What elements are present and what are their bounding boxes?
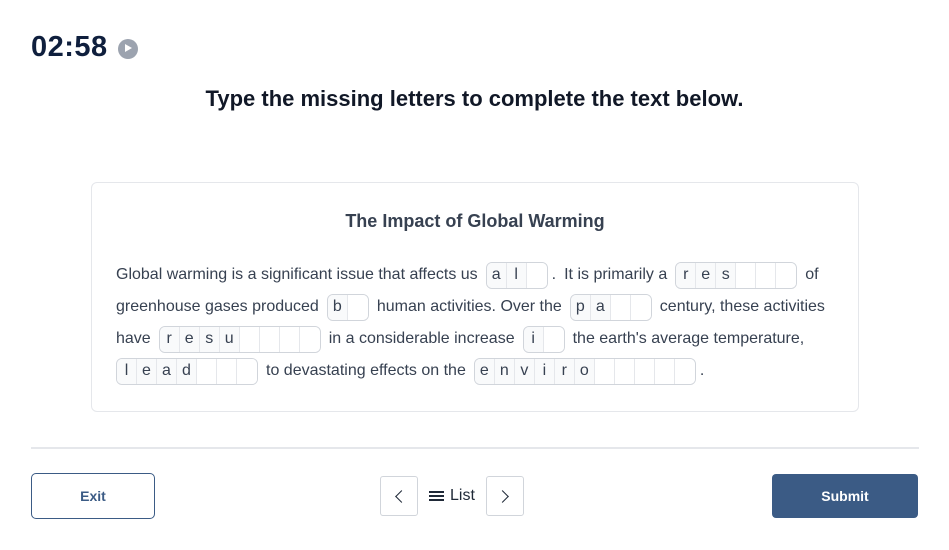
given-letter: i — [523, 326, 544, 352]
given-letter: a — [486, 262, 507, 288]
given-letter: a — [590, 294, 611, 320]
passage-fragment: to devastating effects on the — [266, 362, 466, 379]
passage-line: greenhouse gases produced b human activiti… — [116, 291, 846, 323]
given-letter: v — [514, 358, 535, 384]
passage-fragment: Global warming is a significant issue th… — [116, 266, 478, 283]
word-blank: al — [485, 261, 548, 289]
word-blank: lead — [116, 357, 258, 385]
given-letter: e — [137, 358, 157, 384]
given-letter: p — [570, 294, 591, 320]
given-letter: l — [506, 262, 527, 288]
given-letter: d — [177, 358, 197, 384]
given-letter: r — [676, 262, 697, 288]
letter-input[interactable] — [526, 262, 547, 288]
passage-fragment: century, these activities — [659, 298, 825, 315]
letter-input[interactable] — [299, 326, 320, 352]
given-letter: r — [159, 326, 180, 352]
passage-fragment: in a considerable increase — [328, 330, 515, 347]
chevron-right-icon — [496, 489, 510, 503]
passage-line: have r e s u in a considerable increase i the e… — [116, 323, 846, 355]
chevron-left-icon — [394, 489, 408, 503]
passage-fragment: of — [805, 266, 819, 283]
word-blank: pa — [569, 293, 652, 321]
given-letter: s — [716, 262, 737, 288]
letter-input[interactable] — [237, 358, 257, 384]
passage-fragment: It is primarily a — [564, 266, 668, 283]
letter-input[interactable] — [634, 358, 655, 384]
given-letter: s — [199, 326, 220, 352]
letter-input[interactable] — [776, 262, 797, 288]
punctuation: . — [551, 266, 557, 283]
letter-input[interactable] — [279, 326, 300, 352]
passage-line: Global warming is a significant issue th… — [116, 259, 846, 291]
instruction-heading: Type the missing letters to complete the… — [205, 86, 744, 111]
letter-input[interactable] — [347, 294, 368, 320]
passage-title: The Impact of Global Warming — [345, 211, 605, 231]
timer-text: 02:58 — [31, 31, 108, 63]
question-navigation: List — [380, 476, 524, 516]
menu-icon — [429, 491, 444, 501]
letter-input[interactable] — [654, 358, 675, 384]
given-letter: a — [157, 358, 177, 384]
list-label: List — [450, 487, 475, 504]
passage-card: The Impact of Global Warming Global warm… — [91, 182, 859, 412]
word-blank: b — [326, 293, 369, 321]
word-blank: enviro — [473, 357, 696, 385]
passage-fragment: the earth's average temperature, — [572, 330, 805, 347]
list-button[interactable]: List — [418, 476, 486, 516]
passage-fragment: have — [116, 330, 151, 347]
given-letter: o — [574, 358, 595, 384]
previous-button[interactable] — [380, 476, 418, 516]
given-letter: e — [179, 326, 200, 352]
given-letter: e — [696, 262, 717, 288]
divider — [31, 447, 919, 449]
word-blank: i — [522, 325, 565, 353]
passage-text: Global warming is a significant issue th… — [116, 259, 846, 387]
letter-input[interactable] — [674, 358, 695, 384]
word-blank: resu — [158, 325, 321, 353]
given-letter: r — [554, 358, 575, 384]
word-blank: res — [675, 261, 798, 289]
given-letter: b — [327, 294, 348, 320]
letter-input[interactable] — [197, 358, 217, 384]
passage-line: l e a d to devastating effects on the e n v i r o. — [116, 355, 846, 387]
letter-input[interactable] — [239, 326, 260, 352]
passage-fragment: greenhouse gases produced — [116, 298, 319, 315]
given-letter: l — [117, 358, 137, 384]
given-letter: n — [494, 358, 515, 384]
letter-input[interactable] — [610, 294, 631, 320]
timer: 02:58 — [31, 31, 138, 64]
exit-button[interactable]: Exit — [31, 473, 155, 519]
letter-input[interactable] — [259, 326, 280, 352]
given-letter: e — [474, 358, 495, 384]
submit-button[interactable]: Submit — [772, 474, 918, 518]
letter-input[interactable] — [217, 358, 237, 384]
passage-fragment: human activities. Over the — [376, 298, 562, 315]
play-icon[interactable] — [117, 38, 138, 59]
letter-input[interactable] — [614, 358, 635, 384]
letter-input[interactable] — [630, 294, 651, 320]
letter-input[interactable] — [756, 262, 777, 288]
next-button[interactable] — [485, 476, 524, 516]
given-letter: u — [219, 326, 240, 352]
letter-input[interactable] — [543, 326, 564, 352]
letter-input[interactable] — [736, 262, 757, 288]
given-letter: i — [534, 358, 555, 384]
letter-input[interactable] — [594, 358, 615, 384]
punctuation: . — [699, 362, 705, 379]
